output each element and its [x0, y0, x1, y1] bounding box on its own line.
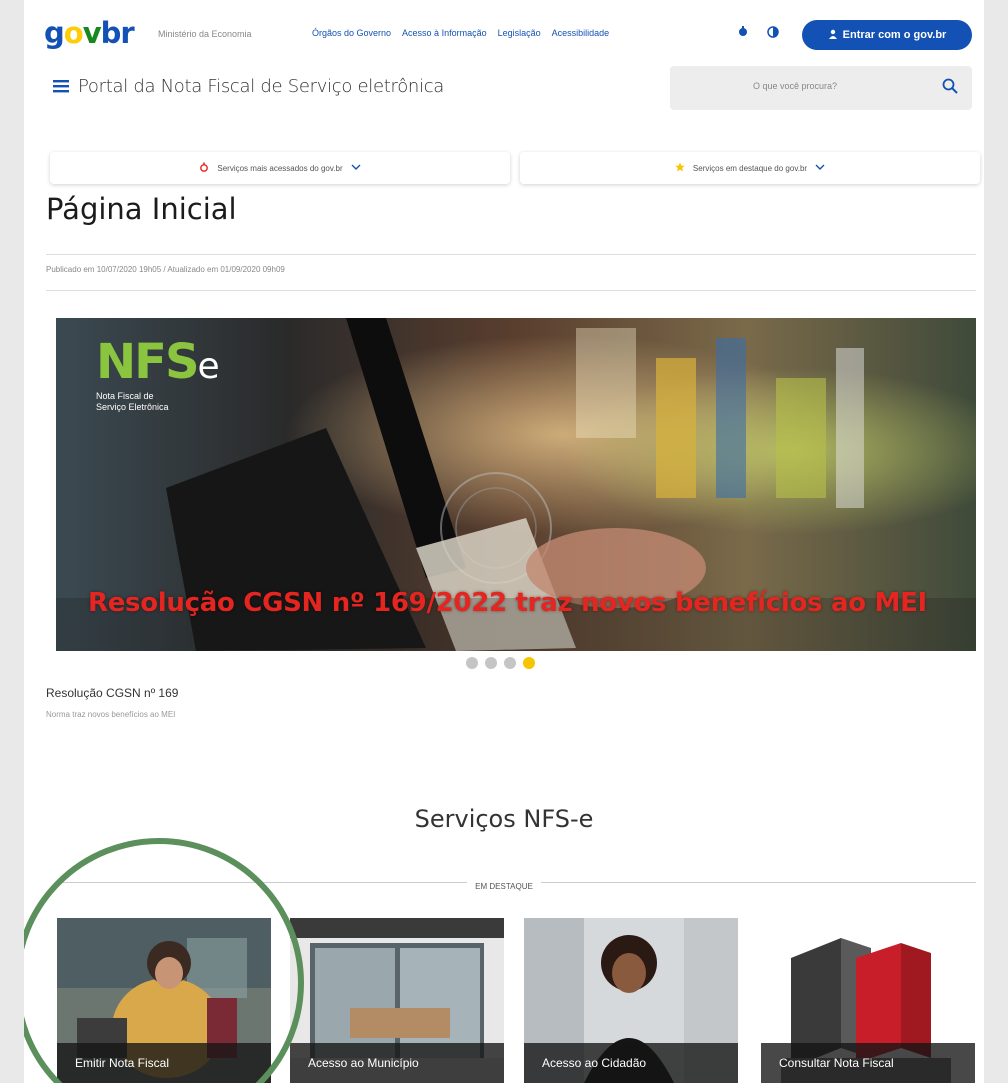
card-label: Acesso ao Município [290, 1043, 504, 1083]
section-label: EM DESTAQUE [467, 882, 541, 891]
carousel-dot[interactable] [485, 657, 497, 669]
logo-r: r [120, 16, 134, 50]
search-placeholder: O que você procura? [752, 81, 838, 91]
featured-label: Serviços em destaque do gov.br [692, 163, 808, 173]
nav-acesso-informacao-link[interactable]: Acesso à Informação [402, 28, 487, 38]
logo-v: v [82, 16, 102, 50]
carousel-dot[interactable] [466, 657, 478, 669]
nfse-logo-main: NFS [96, 334, 200, 390]
card-label: Consultar Nota Fiscal [761, 1043, 975, 1083]
nav-orgaos-link[interactable]: Órgãos do Governo [312, 28, 391, 38]
service-card-cidadao[interactable]: Acesso ao Cidadão [524, 918, 738, 1083]
page-title: Página Inicial [46, 192, 237, 226]
login-label: Entrar com o gov.br [842, 29, 947, 41]
banner-caption: Resolução CGSN nº 169/2022 traz novos be… [88, 588, 927, 618]
chevron-down-icon [815, 163, 825, 174]
user-icon [828, 29, 838, 42]
carousel-dots [466, 657, 535, 669]
hero-banner[interactable]: NFSe Nota Fiscal de Serviço Eletrônica R… [56, 318, 976, 651]
contrast-icon[interactable] [766, 26, 780, 40]
nfse-logo-text: NFSe [96, 338, 220, 391]
hamburger-icon[interactable] [53, 78, 69, 96]
carousel-dot-active[interactable] [523, 657, 535, 669]
top-nav: Órgãos do Governo Acesso à Informação Le… [312, 28, 609, 38]
services-title: Serviços NFS-e [414, 805, 594, 833]
chevron-down-icon [351, 163, 361, 174]
service-card-emitir[interactable]: Emitir Nota Fiscal [57, 918, 271, 1083]
nav-acessibilidade-link[interactable]: Acessibilidade [552, 28, 610, 38]
most-accessed-label: Serviços mais acessados do gov.br [217, 163, 343, 173]
most-accessed-services-dropdown[interactable]: Serviços mais acessados do gov.br [50, 152, 510, 184]
service-card-consultar[interactable]: Consultar Nota Fiscal [761, 918, 975, 1083]
divider [46, 290, 976, 291]
portal-title[interactable]: Portal da Nota Fiscal de Serviço eletrôn… [78, 76, 444, 97]
ministry-label: Ministério da Economia [158, 29, 252, 39]
logo-o: o [63, 16, 84, 50]
card-label: Emitir Nota Fiscal [57, 1043, 271, 1083]
flame-icon [199, 162, 209, 175]
featured-services-dropdown[interactable]: Serviços em destaque do gov.br [520, 152, 980, 184]
published-date: Publicado em 10/07/2020 19h05 / Atualiza… [46, 265, 285, 274]
nfse-logo-subtitle: Nota Fiscal de Serviço Eletrônica [96, 391, 169, 412]
site-header: Portal da Nota Fiscal de Serviço eletrôn… [24, 66, 984, 116]
search-input[interactable]: O que você procura? [670, 66, 972, 110]
login-button[interactable]: Entrar com o gov.br [802, 20, 972, 50]
section-label-wrap: EM DESTAQUE [24, 876, 984, 894]
top-bar: govbr Ministério da Economia Órgãos do G… [24, 10, 984, 60]
nav-legislacao-link[interactable]: Legislação [498, 28, 541, 38]
star-icon [675, 162, 685, 175]
logo-g: g [44, 16, 65, 50]
cookie-icon[interactable] [736, 26, 750, 40]
page: govbr Ministério da Economia Órgãos do G… [24, 0, 984, 1083]
slide-title[interactable]: Resolução CGSN nº 169 [46, 686, 178, 700]
logo-b: b [100, 16, 122, 50]
search-icon[interactable] [942, 78, 958, 98]
carousel-dot[interactable] [504, 657, 516, 669]
card-label: Acesso ao Cidadão [524, 1043, 738, 1083]
nfse-logo: NFSe Nota Fiscal de Serviço Eletrônica [96, 338, 220, 413]
divider [46, 254, 976, 255]
service-card-municipio[interactable]: Acesso ao Município [290, 918, 504, 1083]
govbr-logo[interactable]: govbr [44, 16, 135, 50]
nfse-logo-e: e [197, 346, 220, 387]
slide-subtitle: Norma traz novos benefícios ao MEI [46, 710, 176, 719]
